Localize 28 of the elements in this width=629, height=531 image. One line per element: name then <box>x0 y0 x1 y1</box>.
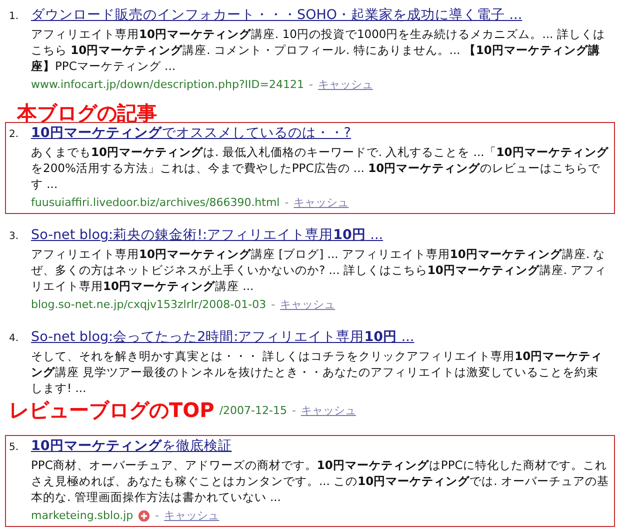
cache-link[interactable]: キャッシュ <box>294 195 349 210</box>
separator-dash: - <box>292 404 296 416</box>
plus-icon[interactable] <box>138 510 150 522</box>
cache-link[interactable]: キャッシュ <box>164 508 220 523</box>
cache-link[interactable]: キャッシュ <box>280 297 336 312</box>
separator-dash: - <box>271 298 276 311</box>
cache-link[interactable]: キャッシュ <box>318 77 373 92</box>
result-url: marketeing.sblo.jp <box>31 509 134 522</box>
result-url: blog.so-net.ne.jp/cxqjv153zlrlr/2008-01-03 <box>31 298 266 311</box>
result-snippet: アフィリエイト専用10円マーケティング講座 [ブログ] ... アフィリエイト専用10円マーケティング講座. なぜ、多くの方はネットビジネスが上手くいかないのか? ... 詳しくはこちら10円マーケティング講座. アフィリエイト専用10円マーケティング講座 ... <box>31 246 608 294</box>
result-snippet: そして、それを解き明かす真実とは・・・ 詳しくはコチラをクリックアフィリエイト専用10円マーケティング講座 見学ツアー最後のトンネルを抜けたとき・・あなたのアフィリエイトは激変していることを約束します! ... <box>31 348 604 396</box>
result-number: 2. <box>9 129 20 140</box>
separator-dash: - <box>155 509 160 522</box>
result-number: 5. <box>9 442 20 453</box>
annotation-text: レビューブログのTOP <box>9 399 214 421</box>
result-title-link[interactable]: ダウンロード販売のインフォカート・・・SOHO・起業家を成功に導く電子 ... <box>31 6 522 25</box>
separator-dash: - <box>308 78 313 91</box>
result-number: 3. <box>9 231 20 242</box>
result-snippet: PPC商材、オーバーチュア、アドワーズの商材です。10円マーケティングはPPCに特化した商材です。これさえ見極めれば、あなたも稼ぐことはカンタンです。... この10円マーケティングでは. オーバーチュアの基本的な. 管理画面操作方法は書かれていない ... <box>31 457 610 505</box>
cache-link[interactable]: キャッシュ <box>300 402 356 418</box>
result-url: www.infocart.jp/down/description.php?IID=24121 <box>31 78 304 91</box>
result-number: 4. <box>9 333 20 344</box>
result-url: fuusuiaffiri.livedoor.biz/archives/866390.html <box>31 196 280 209</box>
result-number: 1. <box>9 11 20 22</box>
result-snippet: アフィリエイト専用10円マーケティング講座. 10円の投資で1000円を生み続けるメカニズム。... 詳しくはこちら 10円マーケティング講座. コメント・プロフィール. 特にありません。... 【10円マーケティング講座】PPCマーケティング ... <box>31 26 606 74</box>
result-snippet: あくまでも10円マーケティングは. 最低入札価格のキーワードで. 入札することを ...「10円マーケティングを200%活用する方法」これは、今まで費やしたPPC広告の ... 10円マーケティングのレビューはこちらです ... <box>31 144 610 192</box>
result-url: /2007-12-15 <box>219 404 287 416</box>
separator-dash: - <box>284 196 289 209</box>
